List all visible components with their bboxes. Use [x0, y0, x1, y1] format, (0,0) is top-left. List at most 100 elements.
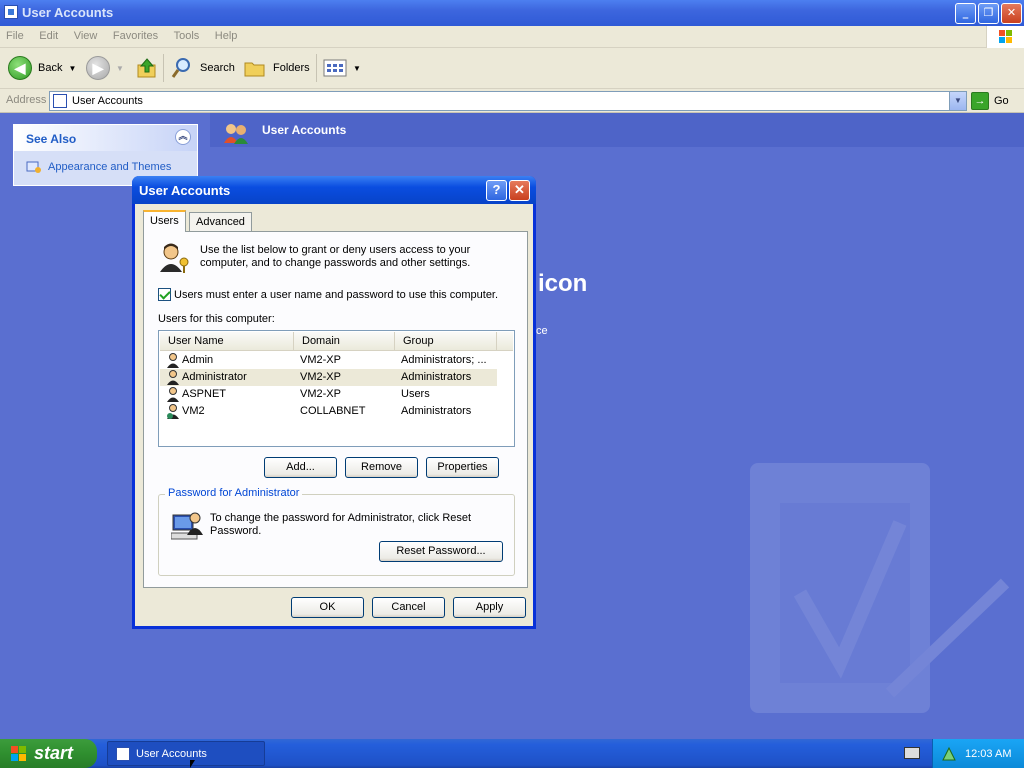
add-user-button[interactable]: Add... [264, 457, 337, 478]
folders-icon [244, 62, 265, 77]
taskbar-item-label: User Accounts [136, 747, 207, 760]
views-button[interactable]: ▼ [323, 54, 361, 82]
user-accounts-header-icon [224, 124, 248, 144]
cancel-button[interactable]: Cancel [372, 597, 445, 618]
require-login-checkbox[interactable] [158, 288, 171, 301]
views-dropdown-icon[interactable]: ▼ [353, 64, 361, 73]
table-row[interactable]: Admin VM2-XP Administrators; ... [160, 352, 497, 369]
user-icon [167, 370, 179, 385]
back-dropdown-icon[interactable]: ▼ [68, 64, 76, 73]
address-field[interactable]: User Accounts ▼ [49, 91, 967, 111]
toolbar: ◀ Back ▼ ▶ ▼ Search Folders ▼ [0, 48, 1024, 89]
users-listview[interactable]: User Name Domain Group Admin VM2-XP Admi… [158, 330, 515, 447]
up-folder-icon [137, 58, 156, 78]
menu-help[interactable]: Help [209, 26, 244, 46]
start-button[interactable]: start [0, 739, 97, 768]
domain-cell: VM2-XP [300, 371, 341, 383]
go-button[interactable]: → Go [971, 91, 1009, 111]
user-name-cell: Administrator [182, 371, 247, 383]
menu-favorites[interactable]: Favorites [107, 26, 164, 46]
table-row[interactable]: VM2 COLLABNET Administrators [160, 403, 497, 420]
dialog-close-button[interactable]: ✕ [509, 180, 530, 201]
forward-button[interactable]: ▶ ▼ [86, 54, 124, 82]
windows-flag-icon [999, 30, 1013, 44]
window-title: User Accounts [22, 5, 114, 20]
col-group[interactable]: Group [395, 332, 497, 351]
forward-dropdown-icon[interactable]: ▼ [116, 64, 124, 73]
checkmark-watermark-icon [750, 463, 1010, 713]
group-cell: Administrators [401, 405, 472, 417]
user-icon [167, 353, 179, 368]
tab-users[interactable]: Users [143, 210, 186, 232]
user-accounts-dialog: User Accounts ? ✕ Users Advanced Use the… [132, 176, 536, 629]
dialog-title: User Accounts [139, 183, 231, 198]
domain-cell: COLLABNET [300, 405, 366, 417]
search-button[interactable]: Search [170, 54, 235, 82]
user-accounts-task-icon [116, 746, 130, 761]
require-login-row[interactable]: Users must enter a user name and passwor… [158, 288, 498, 301]
address-value: User Accounts [72, 95, 143, 107]
clock[interactable]: 12:03 AM [965, 748, 1011, 760]
computer-user-icon [171, 512, 203, 540]
apply-button[interactable]: Apply [453, 597, 526, 618]
appearance-themes-link[interactable]: Appearance and Themes [26, 159, 171, 175]
dialog-help-button[interactable]: ? [486, 180, 507, 201]
remove-user-button[interactable]: Remove [345, 457, 418, 478]
appearance-themes-icon [26, 161, 41, 173]
network-tray-icon[interactable] [941, 746, 957, 762]
menu-file[interactable]: File [0, 26, 30, 46]
users-key-icon [160, 243, 189, 273]
start-label: start [34, 743, 74, 763]
domain-cell: VM2-XP [300, 354, 341, 366]
properties-button[interactable]: Properties [426, 457, 499, 478]
back-button[interactable]: ◀ Back ▼ [8, 54, 76, 82]
address-dropdown-icon[interactable]: ▼ [949, 92, 966, 110]
window-titlebar: User Accounts _ ❐ ✕ [0, 0, 1024, 26]
minimize-button[interactable]: _ [955, 3, 976, 24]
table-row-selected[interactable]: Administrator VM2-XP Administrators [160, 369, 497, 386]
password-groupbox: Password for Administrator To change the… [158, 487, 515, 576]
password-group-title: Password for Administrator [165, 487, 303, 499]
search-icon [171, 58, 190, 78]
see-also-title: See Also [14, 125, 197, 151]
close-button[interactable]: ✕ [1001, 3, 1022, 24]
collapse-chevron-icon[interactable]: ︽ [175, 129, 191, 145]
menu-bar: File Edit View Favorites Tools Help [0, 26, 1024, 48]
toolbar-separator [316, 54, 317, 82]
address-label: Address [6, 94, 47, 106]
windows-logo [986, 26, 1024, 48]
forward-arrow-icon: ▶ [86, 56, 110, 80]
group-cell: Users [401, 388, 430, 400]
col-user-name[interactable]: User Name [160, 332, 294, 351]
menu-view[interactable]: View [68, 26, 104, 46]
taskbar: start User Accounts 12:03 AM [0, 739, 1024, 768]
menu-tools[interactable]: Tools [168, 26, 206, 46]
toolbar-separator [163, 54, 164, 82]
keyboard-icon[interactable] [904, 747, 920, 759]
folders-label: Folders [273, 62, 310, 74]
users-tab-panel: Use the list below to grant or deny user… [143, 231, 528, 588]
group-cell: Administrators [401, 371, 472, 383]
folders-button[interactable]: Folders [243, 54, 310, 82]
col-domain[interactable]: Domain [294, 332, 395, 351]
system-tray: 12:03 AM [932, 739, 1024, 768]
domain-user-icon [167, 404, 179, 419]
user-name-cell: Admin [182, 354, 214, 366]
search-label: Search [200, 62, 235, 74]
ok-button[interactable]: OK [291, 597, 364, 618]
users-list-label: Users for this computer: [158, 313, 275, 325]
content-header: User Accounts [210, 113, 1024, 147]
up-folder-button[interactable] [135, 54, 159, 82]
go-label: Go [994, 95, 1009, 107]
table-row[interactable]: ASPNET VM2-XP Users [160, 386, 497, 403]
address-bar: Address User Accounts ▼ → Go [0, 89, 1024, 113]
user-accounts-app-icon [4, 5, 18, 19]
restore-button[interactable]: ❐ [978, 3, 999, 24]
menu-edit[interactable]: Edit [33, 26, 64, 46]
reset-password-button[interactable]: Reset Password... [379, 541, 503, 562]
tab-advanced[interactable]: Advanced [189, 212, 252, 232]
taskbar-item-user-accounts[interactable]: User Accounts [107, 741, 265, 766]
views-grid-icon [323, 59, 347, 77]
user-name-cell: ASPNET [182, 388, 227, 400]
intro-text: Use the list below to grant or deny user… [200, 244, 471, 269]
